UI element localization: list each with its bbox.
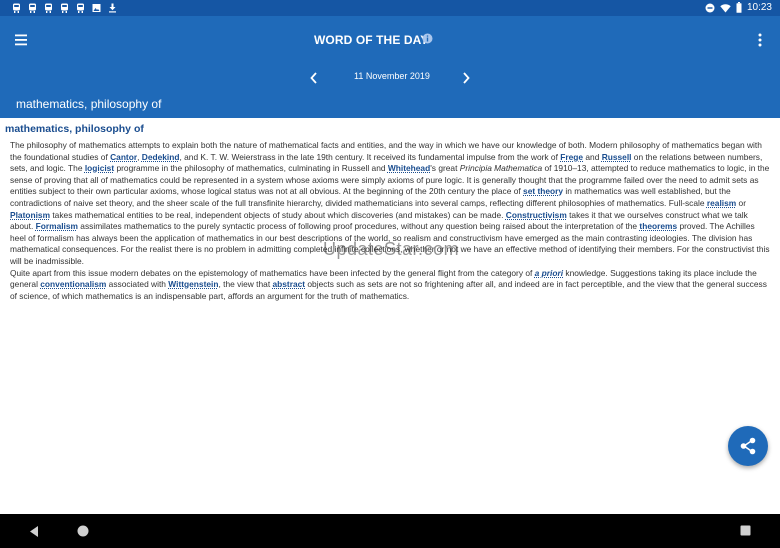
entry-body: The philosophy of mathematics attempts t…	[10, 140, 770, 302]
link-theorems[interactable]: theorems	[639, 221, 677, 231]
link-frege[interactable]: Frege	[560, 152, 583, 162]
entry-content[interactable]: mathematics, philosophy of The philosoph…	[0, 118, 780, 514]
wifi-icon	[720, 3, 731, 12]
date-label: 11 November 2019	[354, 71, 430, 81]
link-set-theory[interactable]: set theory	[523, 186, 563, 196]
link-wittgenstein[interactable]: Wittgenstein	[168, 279, 218, 289]
train-icon	[77, 3, 84, 13]
previous-day-button[interactable]	[308, 71, 320, 85]
image-icon	[92, 4, 101, 12]
system-icons: 10:23	[705, 2, 772, 13]
link-abstract[interactable]: abstract	[272, 279, 305, 289]
link-whitehead[interactable]: Whitehead	[388, 163, 430, 173]
status-bar: 10:23	[0, 0, 780, 16]
recents-icon[interactable]	[740, 525, 751, 536]
link-platonism[interactable]: Platonism	[10, 210, 50, 220]
home-icon[interactable]	[77, 525, 89, 537]
link-conventionalism[interactable]: conventionalism	[40, 279, 106, 289]
app-title: WORD OF THE DAY	[314, 33, 429, 47]
current-word-heading: mathematics, philosophy of	[16, 97, 162, 111]
link-cantor[interactable]: Cantor	[110, 152, 137, 162]
notification-icons	[12, 3, 117, 13]
menu-icon[interactable]	[14, 33, 30, 47]
train-icon	[45, 3, 52, 13]
back-icon[interactable]	[28, 525, 40, 538]
entry-paragraph: Quite apart from this issue modern debat…	[10, 267, 767, 301]
train-icon	[29, 3, 36, 13]
link-realism[interactable]: realism	[707, 198, 736, 208]
info-icon[interactable]	[422, 33, 433, 44]
link-logicist[interactable]: logicist	[85, 163, 114, 173]
link-a-priori[interactable]: a priori	[535, 268, 563, 278]
share-button[interactable]	[728, 426, 768, 466]
link-dedekind[interactable]: Dedekind	[142, 152, 180, 162]
system-nav-bar	[0, 514, 780, 548]
link-formalism[interactable]: Formalism	[36, 221, 78, 231]
entry-title: mathematics, philosophy of	[5, 123, 144, 135]
link-constructivism[interactable]: Constructivism	[506, 210, 567, 220]
next-day-button[interactable]	[460, 71, 472, 85]
download-icon	[109, 3, 116, 13]
more-options-icon[interactable]	[756, 32, 764, 48]
link-russell[interactable]: Russell	[602, 152, 632, 162]
watermark: UpdateStar.com	[323, 239, 460, 259]
battery-icon	[736, 2, 742, 13]
clock: 10:23	[746, 2, 772, 13]
train-icon	[61, 3, 68, 13]
app-bar: WORD OF THE DAY 11 November 2019 mathema…	[0, 16, 780, 118]
share-icon	[740, 437, 756, 455]
train-icon	[13, 3, 20, 13]
minus-circle-icon	[705, 3, 715, 12]
